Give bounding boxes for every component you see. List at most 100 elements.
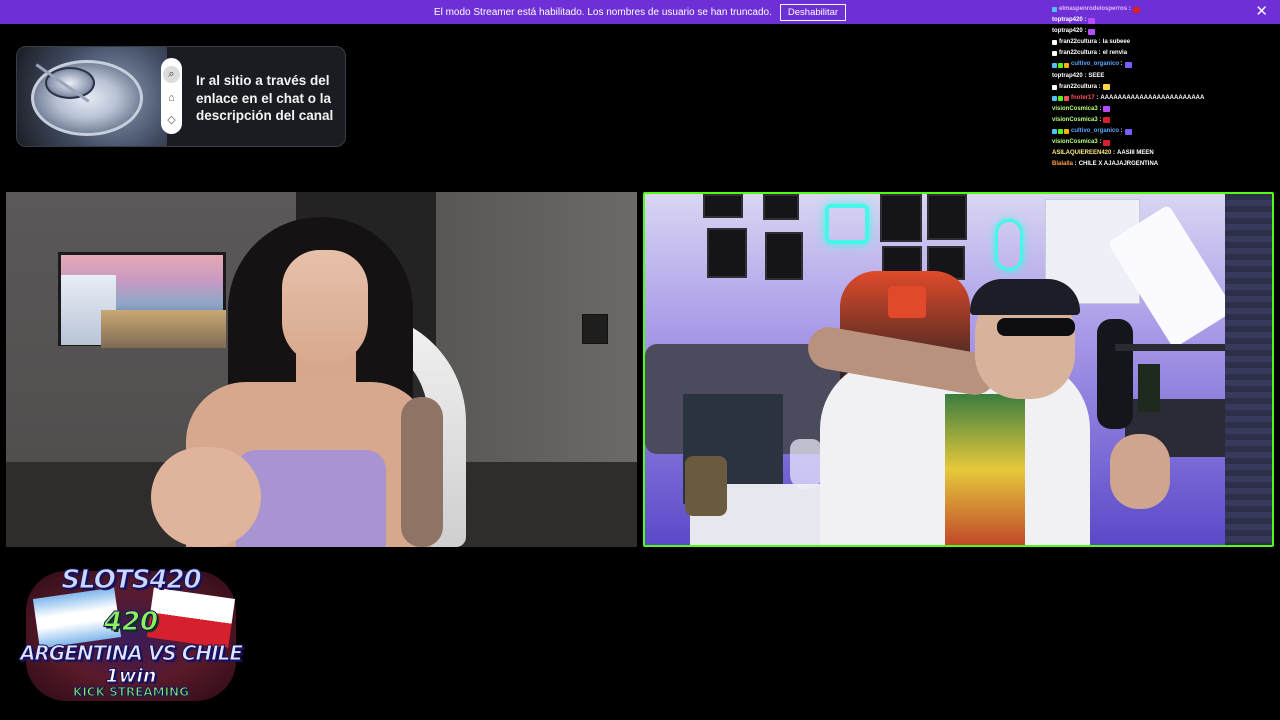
chat-username[interactable]: cultivo_organico <box>1071 59 1119 70</box>
promo-message: Ir al sitio a través del enlace en el ch… <box>196 73 334 123</box>
emote-icon <box>1102 84 1110 91</box>
emote-icon <box>1132 6 1140 13</box>
disable-streamer-mode-button[interactable]: Deshabilitar <box>779 3 847 21</box>
chat-message: visionCosmica3 : <box>1052 104 1280 115</box>
wall-frame <box>927 194 967 240</box>
chat-username[interactable]: elmaspenrodelosperros <box>1059 4 1127 15</box>
search-icon[interactable]: ⌕ <box>163 65 180 83</box>
streamer-hand <box>1110 434 1170 509</box>
wall-frame <box>880 194 922 242</box>
roulette-wheel-art <box>17 47 167 146</box>
wall-frame <box>765 232 803 280</box>
chat-message: ASILAQUIEREEN420 : AASIII MEEN <box>1052 148 1280 159</box>
chat-username[interactable]: fnoter17 <box>1071 93 1095 104</box>
chat-badges <box>1052 7 1057 13</box>
promo-icon-strip: ⌕ ⌂ ◇ <box>161 58 182 134</box>
chat-message: fran22cultura : la subeee <box>1052 37 1280 48</box>
chat-username[interactable]: visionCosmica3 <box>1052 137 1098 148</box>
promo-card[interactable]: ⌕ ⌂ ◇ Ir al sitio a través del enlace en… <box>16 46 346 147</box>
neon-k-sign <box>825 204 869 244</box>
streamer-tattooed-arm <box>401 397 443 547</box>
badge-icon <box>1058 62 1063 68</box>
painting-sand <box>101 310 226 348</box>
chat-message: cultivo_organico : <box>1052 59 1280 70</box>
chat-message: elmaspenrodelosperros : <box>1052 4 1280 15</box>
roulette-wheel-center <box>45 67 95 99</box>
chat-message: toptrap420 : <box>1052 15 1280 26</box>
tag-icon[interactable]: ◇ <box>167 114 175 126</box>
chat-separator: : <box>1097 139 1102 146</box>
chat-overlay: elmaspenrodelosperros : toptrap420 : toptr… <box>1052 4 1280 174</box>
chat-username[interactable]: fran22cultura <box>1059 82 1097 93</box>
gift-icon[interactable]: ⌂ <box>168 92 175 104</box>
chat-separator: : <box>1111 150 1116 157</box>
energy-drink-can <box>1138 364 1160 412</box>
chat-text: AAAAAAAAAAAAAAAAAAAAAAAA <box>1100 94 1205 101</box>
chat-message: fran22cultura : <box>1052 82 1280 93</box>
chat-text: la subeee <box>1102 39 1131 46</box>
neon-sign <box>995 219 1023 271</box>
chat-username[interactable]: cultivo_organico <box>1071 126 1119 137</box>
chat-text: AASIII MEEN <box>1117 150 1154 157</box>
badge-icon <box>1058 95 1063 101</box>
chat-separator: : <box>1119 61 1123 68</box>
badge-icon <box>1052 95 1057 101</box>
glass-jug <box>790 439 822 489</box>
logo-title: SLOTS420 <box>61 565 202 596</box>
chat-message: fnoter17 : AAAAAAAAAAAAAAAAAAAAAAAA <box>1052 93 1280 104</box>
badge-icon <box>1052 51 1057 57</box>
badge-icon <box>1064 62 1069 68</box>
wall-frame <box>707 228 747 278</box>
chat-separator: : <box>1097 39 1101 46</box>
chat-separator: : <box>1097 116 1102 123</box>
logo-number: 420 <box>103 607 159 638</box>
chat-username[interactable]: toptrap420 <box>1052 15 1083 26</box>
chat-username[interactable]: fran22cultura <box>1059 37 1097 48</box>
emote-icon <box>1124 62 1132 69</box>
chat-username[interactable]: visionCosmica3 <box>1052 104 1098 115</box>
emote-icon <box>1103 139 1111 146</box>
logo-platform: KICK STREAMING <box>73 685 190 700</box>
chat-username[interactable]: ASILAQUIEREEN420 <box>1052 148 1111 159</box>
badge-icon <box>1052 40 1057 46</box>
chat-badges <box>1052 62 1069 68</box>
emote-icon <box>1124 128 1132 135</box>
chat-username[interactable]: Blalalla <box>1052 159 1073 170</box>
emote-icon <box>1088 28 1096 35</box>
chat-message: toptrap420 : <box>1052 26 1280 37</box>
acoustic-panel <box>1225 194 1272 545</box>
chat-separator: : <box>1082 72 1087 79</box>
streamer-sunglasses <box>997 318 1075 336</box>
chat-separator: : <box>1082 17 1087 24</box>
chat-message: cultivo_organico : <box>1052 126 1280 137</box>
chair-logo <box>888 286 926 318</box>
badge-icon <box>1058 129 1063 135</box>
jar <box>685 456 727 516</box>
chat-username[interactable]: visionCosmica3 <box>1052 115 1098 126</box>
chat-separator: : <box>1082 28 1087 35</box>
emote-icon <box>1103 106 1111 113</box>
chat-badges <box>1052 51 1057 57</box>
slots420-logo: SLOTS420 420 ARGENTINA VS CHILE 1win KIC… <box>18 563 244 708</box>
chat-badges <box>1052 84 1057 90</box>
badge-icon <box>1052 84 1057 90</box>
chat-message: Blalalla : CHILE X AJAJAJRGENTINA <box>1052 159 1280 170</box>
chat-badges <box>1052 40 1057 46</box>
chat-separator: : <box>1094 94 1099 101</box>
webcam-left <box>6 192 637 547</box>
wall-frame <box>703 194 743 218</box>
badge-icon <box>1064 129 1069 135</box>
chat-username[interactable]: fran22cultura <box>1059 48 1097 59</box>
streamer-mode-message: El modo Streamer está habilitado. Los no… <box>433 6 772 18</box>
chat-text: CHILE X AJAJAJRGENTINA <box>1078 161 1159 168</box>
chat-message: visionCosmica3 : <box>1052 137 1280 148</box>
chat-username[interactable]: toptrap420 <box>1052 26 1083 37</box>
badge-icon <box>1052 62 1057 68</box>
logo-sponsor: 1win <box>105 665 157 688</box>
streamer-cap <box>970 279 1080 315</box>
streamer-scarf <box>945 394 1025 545</box>
streamer-hand <box>151 447 261 547</box>
chat-separator: : <box>1097 83 1101 90</box>
microphone <box>1097 319 1133 429</box>
chat-username[interactable]: toptrap420 <box>1052 71 1083 82</box>
